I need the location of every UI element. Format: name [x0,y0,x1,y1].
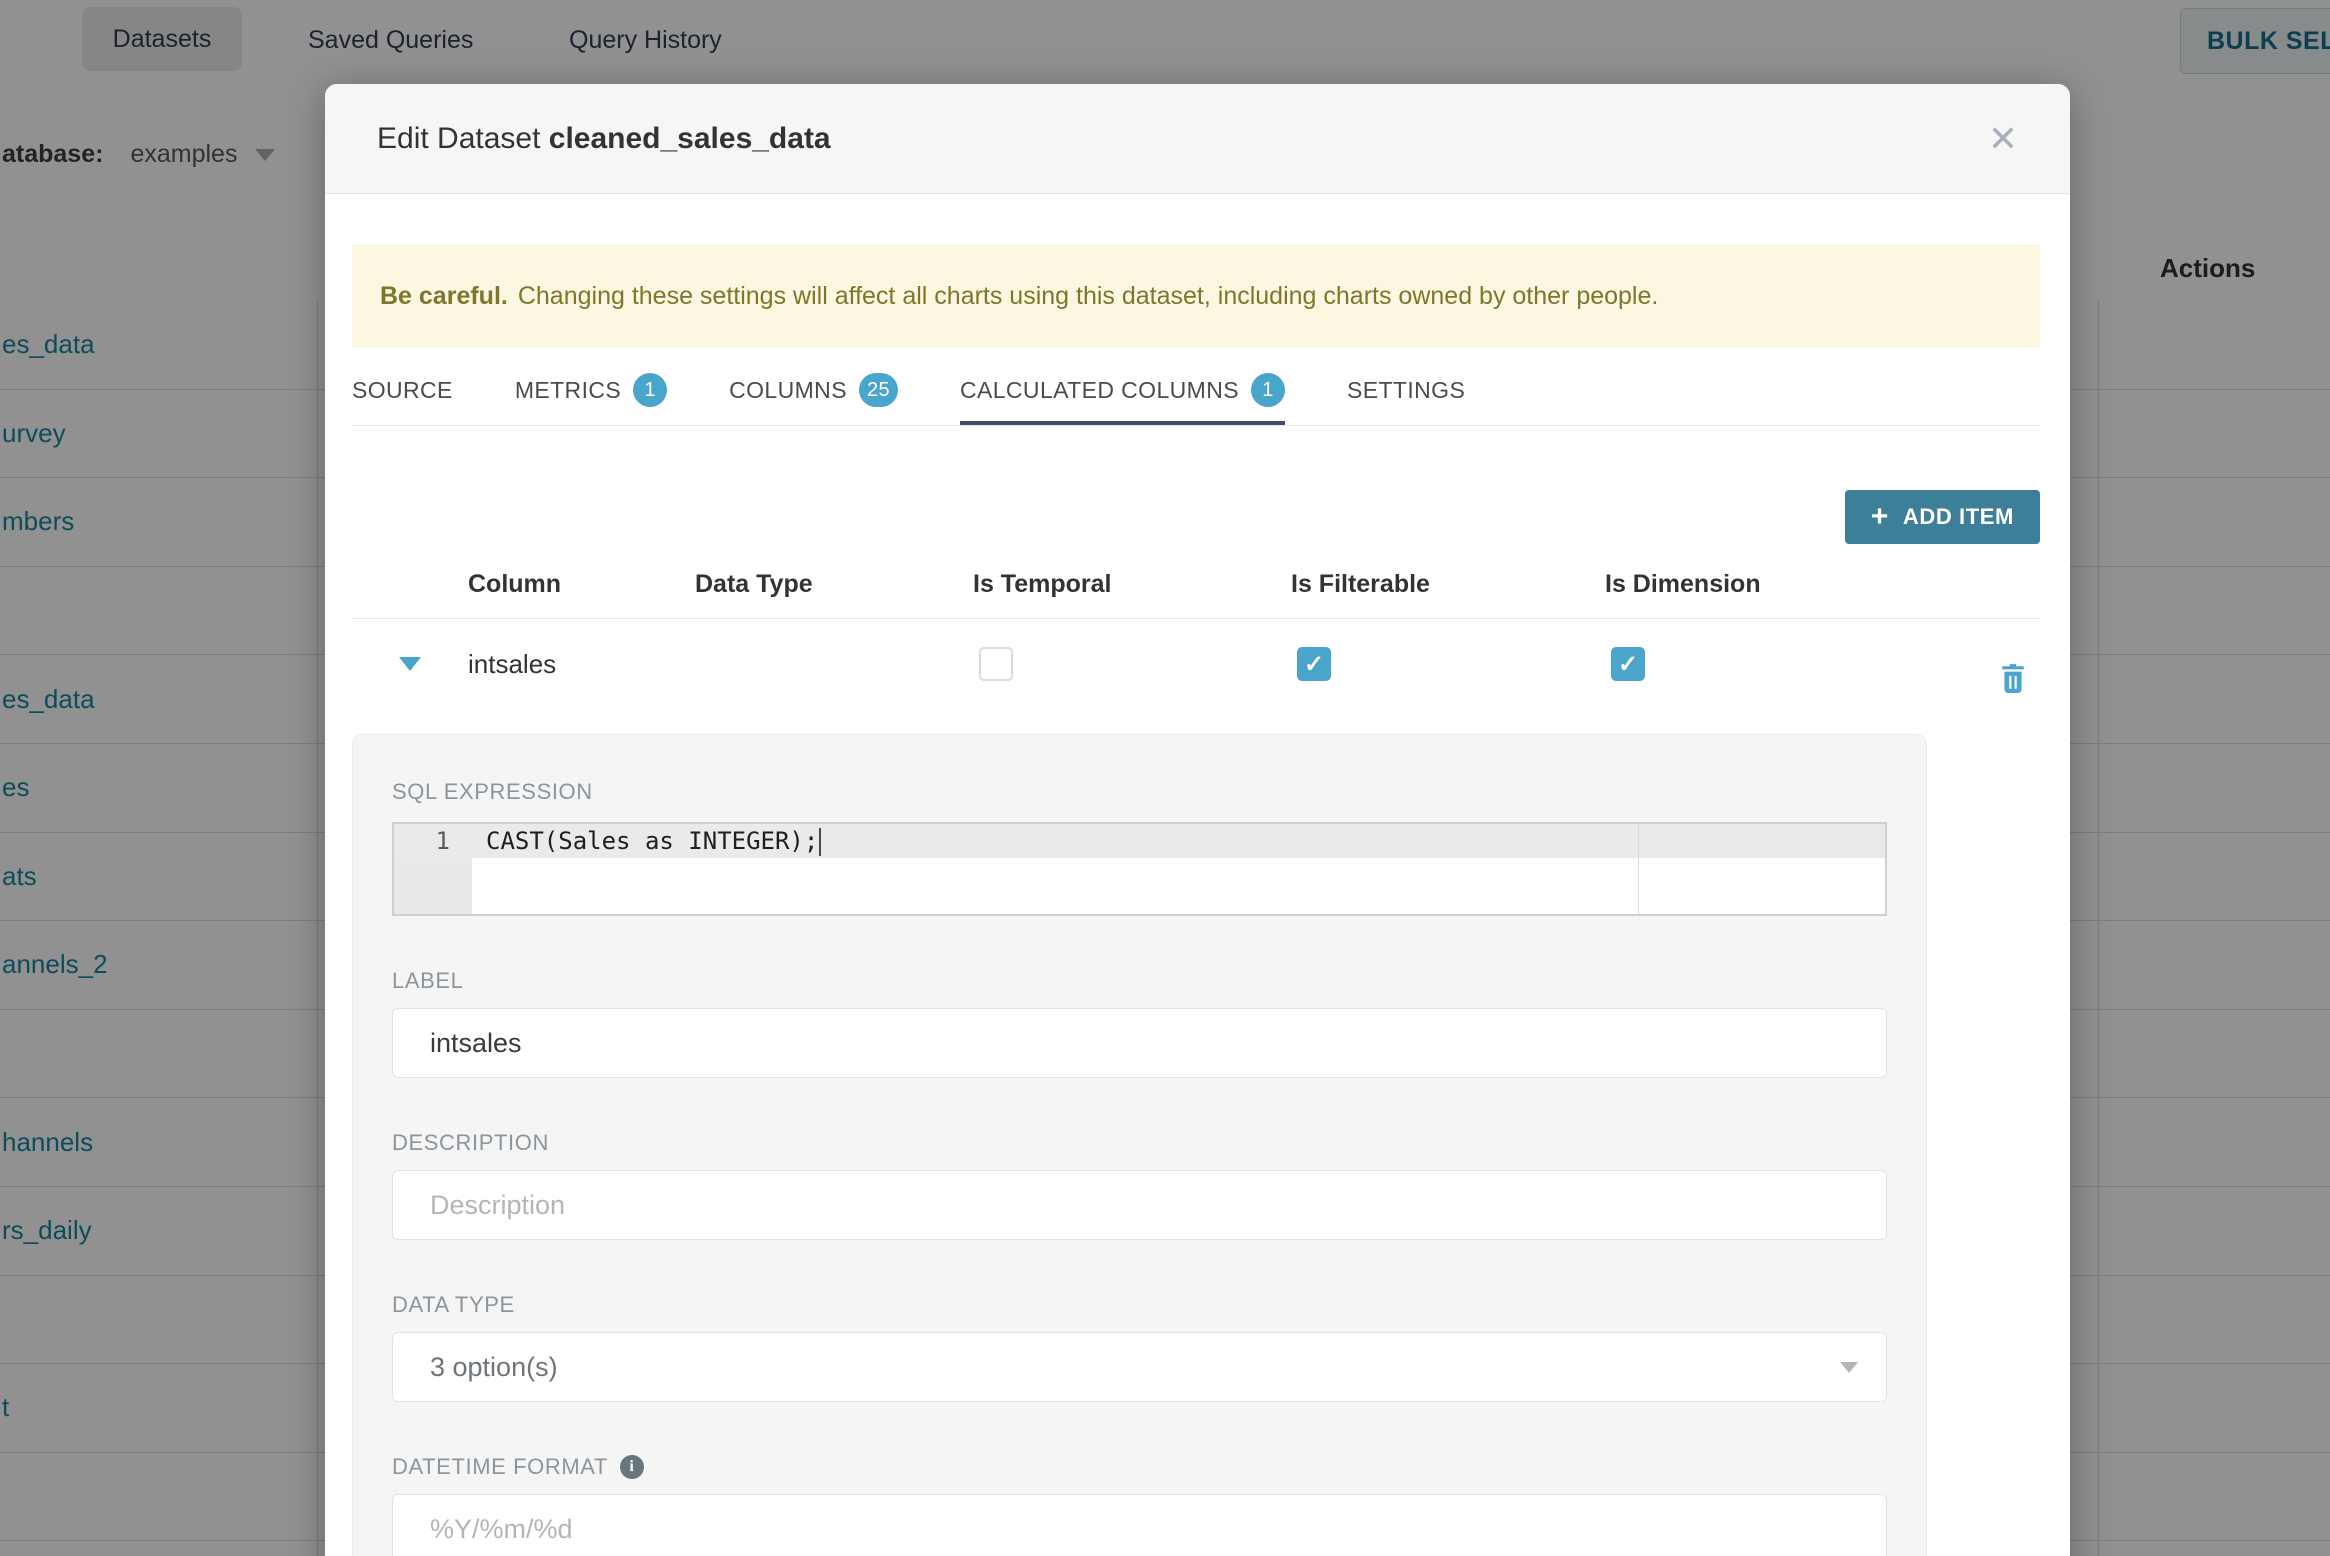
tab-label: SOURCE [352,376,453,403]
datetime-format-field-label: DATETIME FORMAT i [392,1454,1887,1480]
header-data-type: Data Type [695,570,813,598]
label-field-section: LABEL [392,968,1887,1078]
is-filterable-checkbox[interactable]: ✓ [1297,647,1331,681]
code-text: CAST(Sales as INTEGER); [486,827,819,855]
data-type-selected-value: 3 option(s) [430,1351,558,1382]
screen: es Datasets Saved Queries Query History … [0,0,2330,1556]
data-type-field-section: DATA TYPE 3 option(s) [392,1292,1887,1402]
add-item-label: ADD ITEM [1902,504,2014,529]
warning-bold-text: Be careful. [380,281,508,310]
description-field-section: DESCRIPTION [392,1130,1887,1240]
modal-tabs: SOURCE METRICS 1 COLUMNS 25 CALCULATED C… [352,373,2040,426]
add-item-row: + ADD ITEM [352,490,2040,544]
is-temporal-checkbox[interactable] [979,647,1013,681]
calculated-columns-header-row: Column Data Type Is Temporal Is Filterab… [352,556,2040,619]
calculated-column-detail-panel: SQL EXPRESSION 1 CAST(Sales as INTEGER);… [352,734,1927,1556]
datetime-format-field-section: DATETIME FORMAT i [392,1454,1887,1556]
tab-label: COLUMNS [729,376,847,403]
label-input[interactable] [392,1008,1887,1078]
info-icon[interactable]: i [619,1455,644,1479]
editor-line-number: 1 [435,827,450,855]
tab-count-badge: 1 [1250,373,1285,407]
sql-expression-label: SQL EXPRESSION [392,779,593,804]
data-type-field-label: DATA TYPE [392,1292,515,1317]
close-icon[interactable]: ✕ [1988,120,2018,157]
tab-columns[interactable]: COLUMNS 25 [729,373,898,425]
edit-dataset-modal: Edit Dataset cleaned_sales_data ✕ Be car… [325,84,2070,1556]
collapse-caret-icon[interactable] [399,657,421,671]
trash-icon[interactable] [2000,663,2026,693]
tab-label: SETTINGS [1346,376,1466,403]
modal-body: Be careful. Changing these settings will… [325,244,2070,1556]
tab-calculated-columns[interactable]: CALCULATED COLUMNS 1 [959,373,1285,425]
editor-print-margin [1638,824,1639,914]
modal-header: Edit Dataset cleaned_sales_data ✕ [325,84,2070,194]
is-dimension-checkbox[interactable]: ✓ [1611,647,1645,681]
tab-count-badge: 1 [633,373,668,407]
tab-source[interactable]: SOURCE [352,373,453,425]
tab-settings[interactable]: SETTINGS [1347,373,1465,425]
description-input[interactable] [392,1170,1887,1240]
modal-title-dataset-name: cleaned_sales_data [548,121,831,155]
header-column: Column [468,570,562,598]
tab-metrics[interactable]: METRICS 1 [514,373,668,425]
modal-title: Edit Dataset cleaned_sales_data [377,122,831,156]
datetime-format-label-text: DATETIME FORMAT [392,1454,608,1479]
tab-count-badge: 25 [858,373,898,407]
header-is-temporal: Is Temporal [973,570,1112,598]
datetime-format-input[interactable] [392,1494,1887,1556]
modal-title-prefix: Edit Dataset [377,121,549,155]
tab-label: METRICS [514,376,622,403]
sql-expression-editor[interactable]: 1 CAST(Sales as INTEGER); [392,822,1887,916]
warning-text: Changing these settings will affect all … [517,281,1659,310]
plus-icon: + [1870,500,1889,533]
column-name: intsales [468,648,557,679]
description-field-label: DESCRIPTION [392,1130,549,1155]
chevron-down-icon [1840,1361,1858,1373]
header-is-filterable: Is Filterable [1291,570,1430,598]
warning-banner: Be careful. Changing these settings will… [352,244,2040,348]
add-item-button[interactable]: + ADD ITEM [1844,490,2040,544]
sql-expression-code: CAST(Sales as INTEGER); [486,824,822,858]
data-type-select[interactable]: 3 option(s) [392,1332,1887,1402]
label-field-label: LABEL [392,968,464,993]
header-is-dimension: Is Dimension [1605,570,1761,598]
text-cursor [819,828,822,856]
tab-label: CALCULATED COLUMNS [959,376,1239,403]
